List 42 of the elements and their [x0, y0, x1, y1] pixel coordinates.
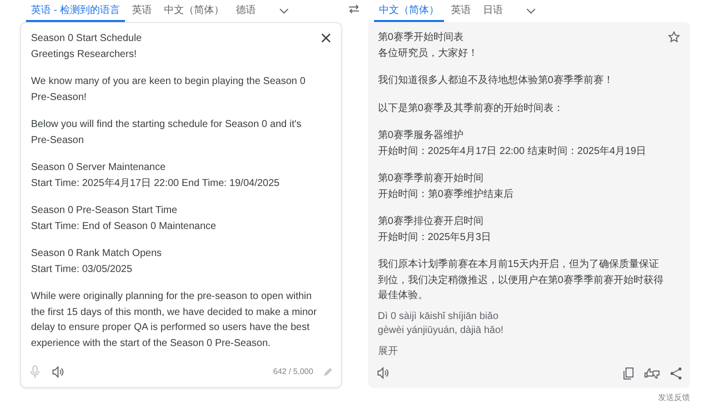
- speaker-icon[interactable]: [51, 365, 65, 379]
- text-line: Season 0 Pre-Season Start Time: [31, 204, 178, 218]
- language-tab[interactable]: 德语: [230, 0, 261, 22]
- expand-link[interactable]: 展开: [378, 344, 398, 358]
- language-tab[interactable]: 中文（简体）: [158, 0, 229, 22]
- text-line: Greetings Researchers!: [31, 48, 138, 62]
- text-line: Start Time: End of Season 0 Maintenance: [31, 220, 218, 234]
- text-line: 各位研究员，大家好！: [378, 46, 479, 60]
- text-line: 开始时间：2025年5月3日: [378, 230, 492, 244]
- text-line: 以下是第0赛季及其季前赛的开始时间表：: [378, 102, 564, 116]
- text-line: 第0赛季季前赛开始时间: [378, 172, 484, 186]
- text-line: Start Time: 03/05/2025: [31, 262, 134, 276]
- text-line: 第0赛季排位赛开启时间: [378, 214, 484, 229]
- close-icon[interactable]: [321, 33, 332, 43]
- character-count: 642 / 5,000: [273, 366, 314, 378]
- text-line: Season 0 Rank Match Opens: [31, 247, 163, 261]
- text-line: 开始时间：第0赛季维护结束后: [378, 188, 514, 202]
- text-line: 第0赛季开始时间表: [378, 30, 464, 45]
- text-line: Season 0 Server Maintenance: [31, 161, 167, 175]
- text-line: 我们原本计划季前赛在本月前15天内开启，但为了确保质量保证到位，我们决定稍微推迟，以便用户在第0赛季季前赛开始时获得最佳体验。: [378, 258, 664, 303]
- chevron-down-icon[interactable]: [526, 8, 536, 14]
- text-line: Start Time: 2025年4月17日 22:00 End Time: 19/04/2025: [31, 176, 280, 190]
- speaker-icon[interactable]: [376, 366, 390, 380]
- copy-icon[interactable]: [622, 366, 634, 380]
- text-line: Below you will find the starting schedule for Season 0 and it's Pre-Season: [31, 118, 302, 148]
- text-line: While were originally planning for the pre-season to open within the first 15 days of this month, we have decided to make a minor delay to ensure proper QA is performed so users have the best experience with the start of the Season 0 Pre-Season.: [31, 290, 318, 350]
- language-tab[interactable]: 日语: [478, 0, 508, 22]
- text-line: We know many of you are keen to begin playing the Season 0 Pre-Season!: [31, 75, 306, 104]
- romanization-line: Dì 0 sàijì kāishǐ shíjiān biǎo: [378, 310, 500, 324]
- language-tab[interactable]: 英语: [446, 0, 476, 22]
- feedback-link[interactable]: 发送反馈: [658, 392, 690, 404]
- swap-icon[interactable]: [348, 4, 360, 14]
- text-line: 第0赛季服务器维护: [378, 128, 464, 143]
- text-line: 我们知道很多人都迫不及待地想体验第0赛季季前赛！: [378, 74, 614, 88]
- romanization-line: gèwèi yánjiūyuán, dàjiā hǎo!: [378, 324, 504, 338]
- share-icon[interactable]: [670, 366, 682, 380]
- chevron-down-icon[interactable]: [278, 8, 289, 14]
- text-line: 开始时间：2025年4月17日 22:00 结束时间：2025年4月19日: [378, 144, 648, 158]
- language-tab[interactable]: 英语: [126, 0, 157, 22]
- thumbs-icon[interactable]: [644, 366, 660, 380]
- star-icon[interactable]: [668, 31, 680, 43]
- text-line: Season 0 Start Schedule: [31, 32, 143, 46]
